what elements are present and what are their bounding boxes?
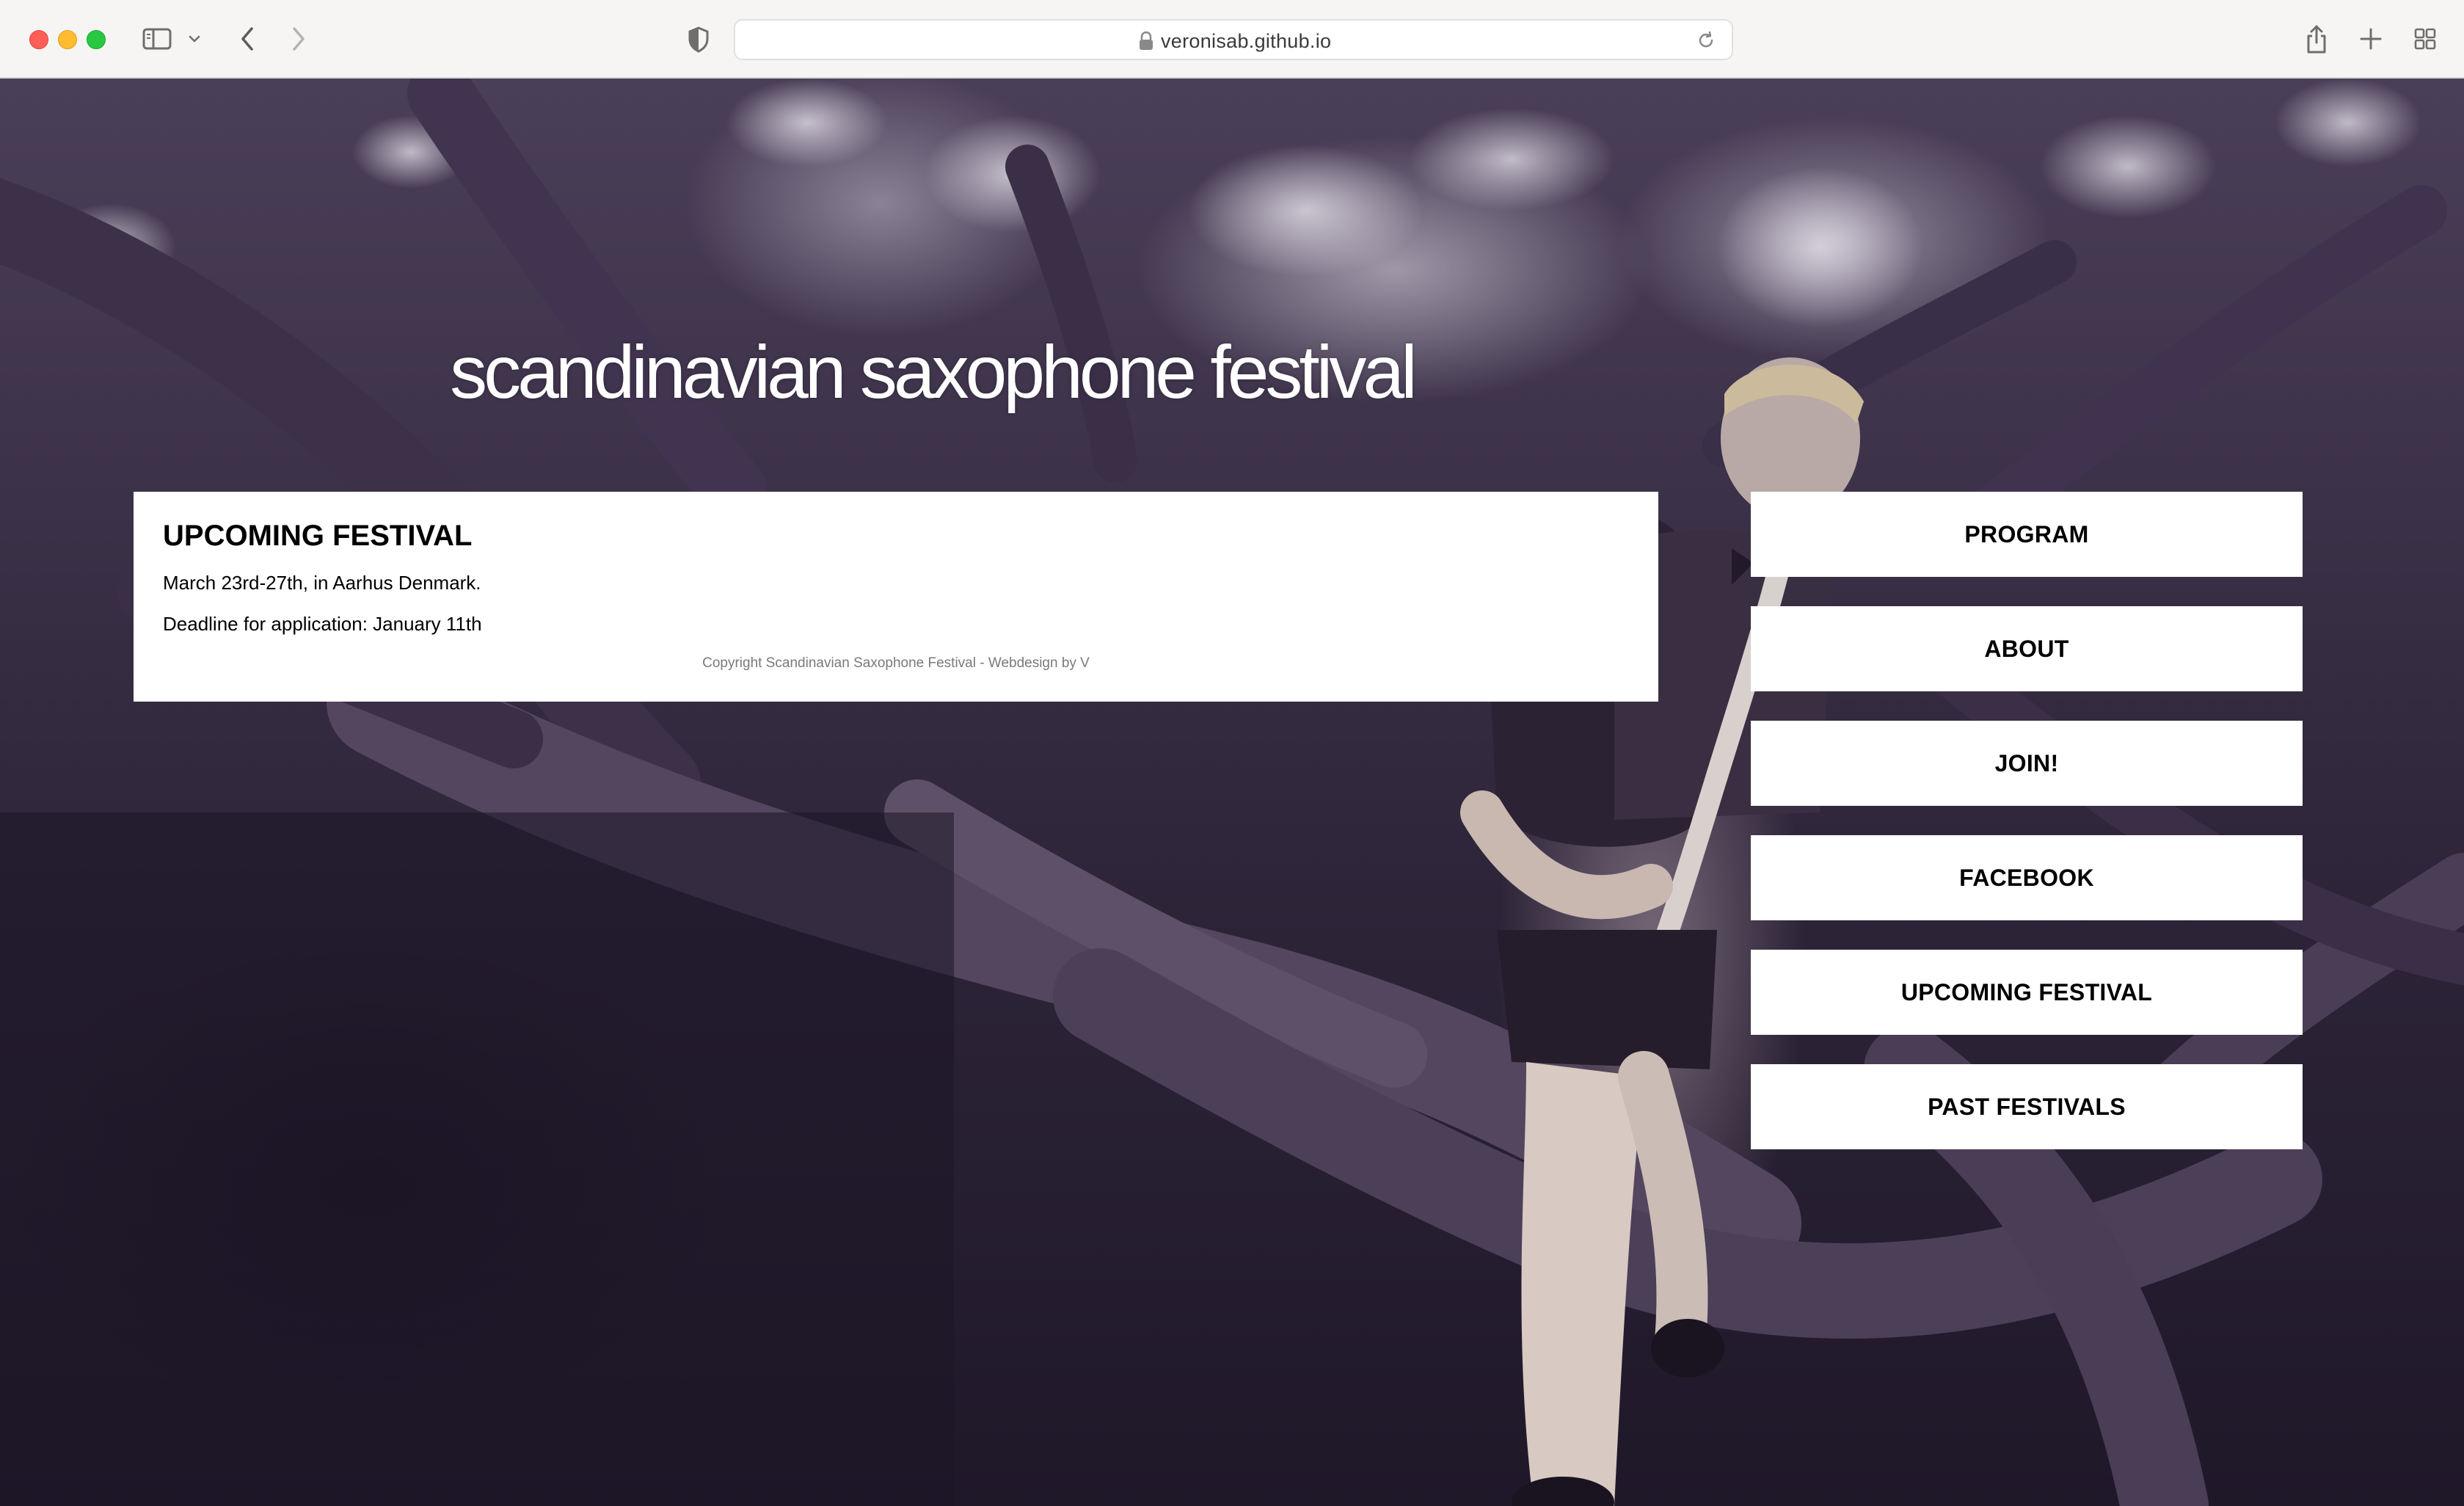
- lock-icon: [1137, 31, 1155, 51]
- content-panel: UPCOMING FESTIVAL March 23rd-27th, in Aa…: [134, 492, 1658, 702]
- share-icon[interactable]: [2301, 22, 2332, 56]
- copyright-text: Copyright Scandinavian Saxophone Festiva…: [702, 655, 1090, 671]
- nav-past-festivals-button[interactable]: PAST FESTIVALS: [1751, 1064, 2303, 1149]
- nav-about-button[interactable]: ABOUT: [1751, 606, 2303, 691]
- chevron-down-icon[interactable]: [185, 29, 204, 48]
- browser-toolbar: veronisab.github.io: [0, 0, 2464, 79]
- nav-upcoming-festival-button[interactable]: UPCOMING FESTIVAL: [1751, 950, 2303, 1035]
- nav-program-button[interactable]: PROGRAM: [1751, 492, 2303, 577]
- web-page: scandinavian saxophone festival UPCOMING…: [0, 79, 2464, 1506]
- address-bar[interactable]: veronisab.github.io: [734, 19, 1733, 60]
- maximize-window-button[interactable]: [87, 30, 106, 49]
- festival-dates-text: March 23rd-27th, in Aarhus Denmark.: [163, 572, 481, 594]
- section-heading: UPCOMING FESTIVAL: [163, 520, 473, 552]
- reload-icon[interactable]: [1695, 29, 1717, 51]
- nav-facebook-button[interactable]: FACEBOOK: [1751, 835, 2303, 920]
- url-text: veronisab.github.io: [1161, 30, 1332, 52]
- forward-arrow-icon[interactable]: [285, 25, 313, 53]
- sidebar-icon[interactable]: [141, 26, 173, 51]
- close-window-button[interactable]: [29, 30, 48, 49]
- privacy-shield-icon[interactable]: [684, 25, 713, 54]
- application-deadline-text: Deadline for application: January 11th: [163, 613, 482, 635]
- back-arrow-icon[interactable]: [233, 25, 261, 53]
- site-title: scandinavian saxophone festival: [450, 330, 1418, 414]
- plus-icon[interactable]: [2355, 23, 2386, 54]
- nav-join-button[interactable]: JOIN!: [1751, 721, 2303, 806]
- tab-overview-icon[interactable]: [2411, 25, 2439, 53]
- minimize-window-button[interactable]: [58, 30, 77, 49]
- browser-window: veronisab.github.io scandinavian saxopho…: [0, 0, 2464, 1506]
